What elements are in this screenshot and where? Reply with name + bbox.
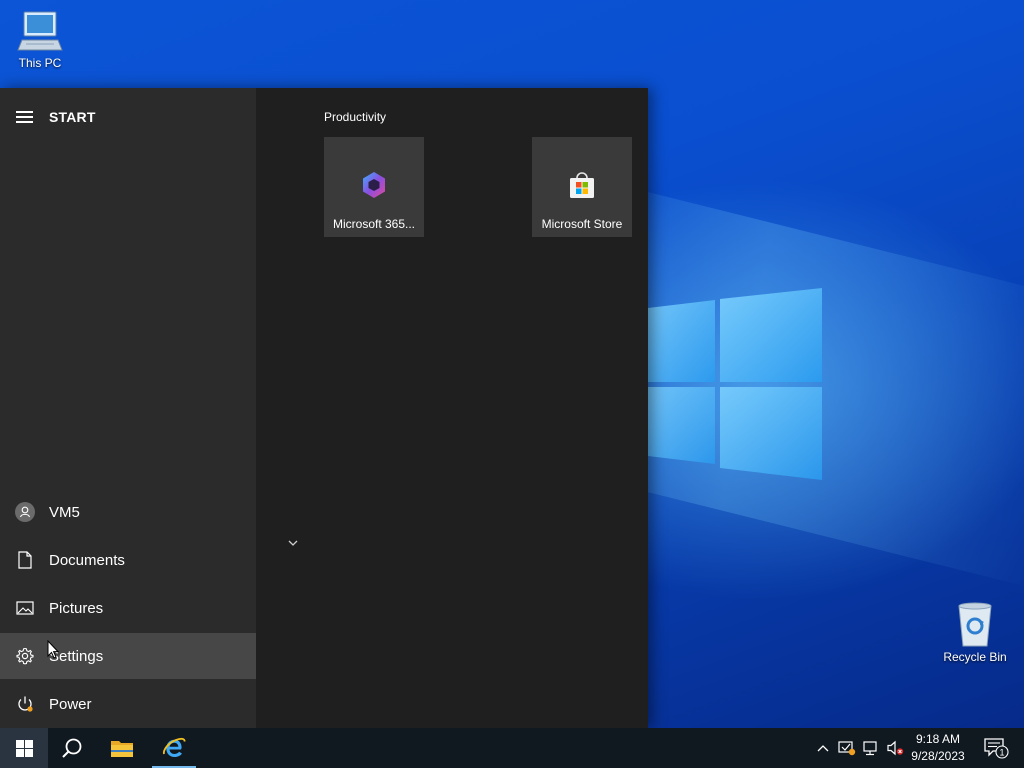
power-icon <box>17 696 33 712</box>
desktop-icon-label: Recycle Bin <box>943 650 1007 664</box>
start-menu-tiles-area: Productivity Microsoft 365... Microsoft … <box>256 88 648 728</box>
rail-item-settings[interactable]: Settings <box>0 633 256 679</box>
document-icon <box>17 551 32 569</box>
search-button[interactable] <box>48 728 96 768</box>
hamburger-menu-icon[interactable] <box>16 111 33 123</box>
rail-item-pictures[interactable]: Pictures <box>0 585 256 631</box>
tile-label: Microsoft Store <box>541 217 623 231</box>
tile-label: Microsoft 365... <box>332 217 416 231</box>
tray-network-button[interactable] <box>860 728 882 768</box>
folder-icon <box>111 741 133 757</box>
microsoft-365-icon <box>363 172 385 198</box>
tile-microsoft-365[interactable]: Microsoft 365... <box>324 137 424 237</box>
store-bag-icon <box>570 172 594 198</box>
desktop-icon-this-pc[interactable]: This PC <box>0 8 80 70</box>
gear-icon <box>15 647 34 665</box>
clock-time: 9:18 AM <box>915 732 961 746</box>
internet-explorer-button[interactable] <box>150 728 198 768</box>
tray-overflow-button[interactable] <box>814 728 832 768</box>
volume-muted-icon <box>887 740 904 756</box>
desktop-icon-recycle-bin[interactable]: Recycle Bin <box>935 600 1015 664</box>
mouse-cursor-icon <box>47 640 59 659</box>
picture-icon <box>15 601 34 615</box>
clock-date: 9/28/2023 <box>911 749 965 763</box>
rail-item-label: VM5 <box>49 503 80 521</box>
action-center-button[interactable]: 1 <box>976 728 1016 768</box>
monitor-icon <box>17 11 63 51</box>
desktop-icon-label: This PC <box>18 56 62 70</box>
start-button[interactable] <box>0 728 48 768</box>
security-warning-icon <box>838 741 856 756</box>
rail-item-label: Power <box>49 695 92 713</box>
recycle-bin-icon <box>958 602 992 647</box>
start-menu-rail: START VM5 Documents Pictures Settings Po… <box>0 88 256 728</box>
tile-group-label[interactable]: Productivity <box>324 110 386 124</box>
network-icon <box>863 741 877 756</box>
start-menu: START VM5 Documents Pictures Settings Po… <box>0 88 648 728</box>
rail-item-user[interactable]: VM5 <box>0 489 256 535</box>
search-icon <box>62 738 82 758</box>
file-explorer-button[interactable] <box>98 728 146 768</box>
tray-volume-button[interactable] <box>884 728 906 768</box>
start-menu-header: START <box>0 102 256 130</box>
start-menu-title: START <box>49 109 96 125</box>
rail-item-power[interactable]: Power <box>0 681 256 727</box>
internet-explorer-icon <box>163 737 186 757</box>
notification-icon: 1 <box>984 738 1009 759</box>
clock[interactable]: 9:18 AM 9/28/2023 <box>904 731 972 765</box>
tray-security-button[interactable] <box>836 728 858 768</box>
tile-microsoft-store[interactable]: Microsoft Store <box>532 137 632 237</box>
notification-count: 1 <box>999 748 1004 758</box>
rail-item-label: Pictures <box>49 599 104 617</box>
rail-item-label: Documents <box>49 551 125 569</box>
rail-item-documents[interactable]: Documents <box>0 537 256 583</box>
taskbar: 9:18 AM 9/28/2023 1 <box>0 728 1024 768</box>
chevron-down-icon[interactable] <box>286 538 300 548</box>
user-avatar-icon <box>14 502 35 522</box>
chevron-up-icon <box>817 745 829 752</box>
windows-start-icon <box>15 739 33 757</box>
